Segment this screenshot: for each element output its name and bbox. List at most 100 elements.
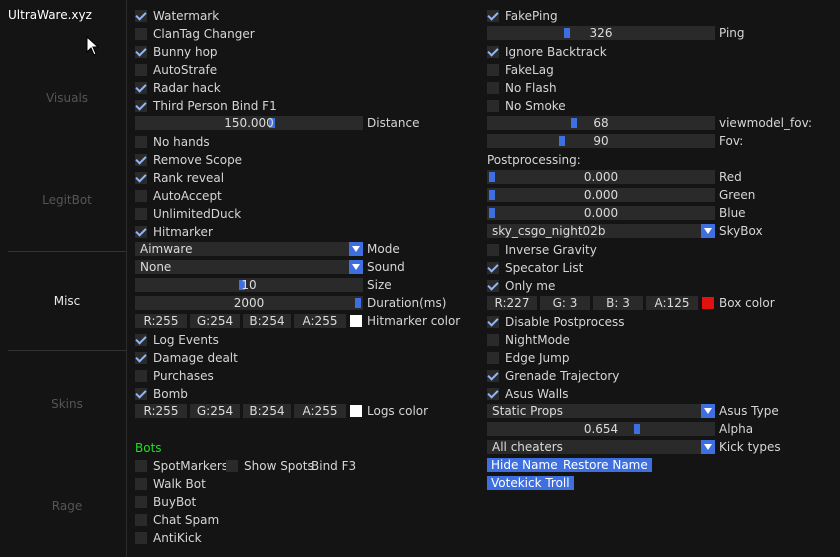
- only-me-checkbox[interactable]: Only me: [487, 278, 555, 294]
- chevron-down-icon[interactable]: [701, 224, 715, 238]
- chevron-down-icon[interactable]: [349, 242, 363, 256]
- checkbox-box[interactable]: [135, 82, 147, 94]
- checkbox-box[interactable]: [135, 532, 147, 544]
- tab-visuals[interactable]: Visuals: [8, 48, 126, 148]
- red-slider[interactable]: 0.000: [487, 170, 715, 184]
- fakeping-checkbox[interactable]: FakePing: [487, 8, 558, 24]
- restore-name-button[interactable]: Restore Name: [559, 458, 652, 472]
- box-color-g[interactable]: G: 3: [540, 296, 590, 310]
- votekick-troll-button[interactable]: Votekick Troll: [487, 476, 574, 490]
- checkbox-box[interactable]: [487, 352, 499, 364]
- hitmarker-color-swatch[interactable]: [350, 315, 362, 327]
- chevron-down-icon[interactable]: [701, 404, 715, 418]
- nightmode-checkbox[interactable]: NightMode: [487, 332, 570, 348]
- buybot-checkbox[interactable]: BuyBot: [135, 494, 196, 510]
- log-events-checkbox[interactable]: Log Events: [135, 332, 219, 348]
- checkbox-box[interactable]: [487, 10, 499, 22]
- spotmarkers-checkbox[interactable]: SpotMarkers: [135, 458, 228, 474]
- no-hands-checkbox[interactable]: No hands: [135, 134, 210, 150]
- alpha-slider[interactable]: 0.654: [487, 422, 715, 436]
- bunny-hop-checkbox[interactable]: Bunny hop: [135, 44, 218, 60]
- checkbox-box[interactable]: [135, 190, 147, 202]
- unlimitedduck-checkbox[interactable]: UnlimitedDuck: [135, 206, 241, 222]
- checkbox-box[interactable]: [135, 172, 147, 184]
- asus-walls-checkbox[interactable]: Asus Walls: [487, 386, 569, 402]
- green-slider[interactable]: 0.000: [487, 188, 715, 202]
- mode-dropdown[interactable]: Aimware: [135, 242, 363, 256]
- spectator-list-checkbox[interactable]: Specator List: [487, 260, 583, 276]
- grenade-trajectory-checkbox[interactable]: Grenade Trajectory: [487, 368, 619, 384]
- tab-legitbot[interactable]: LegitBot: [8, 150, 126, 250]
- logs-color-g[interactable]: G:254: [190, 404, 240, 418]
- edge-jump-checkbox[interactable]: Edge Jump: [487, 350, 569, 366]
- autoaccept-checkbox[interactable]: AutoAccept: [135, 188, 222, 204]
- checkbox-box[interactable]: [226, 460, 238, 472]
- checkbox-box[interactable]: [487, 262, 499, 274]
- fov-slider[interactable]: 90: [487, 134, 715, 148]
- third-person-checkbox[interactable]: Third Person Bind F1: [135, 98, 277, 114]
- rank-reveal-checkbox[interactable]: Rank reveal: [135, 170, 224, 186]
- walk-bot-checkbox[interactable]: Walk Bot: [135, 476, 206, 492]
- box-color-r[interactable]: R:227: [487, 296, 537, 310]
- checkbox-box[interactable]: [487, 46, 499, 58]
- hitmarker-color-a[interactable]: A:255: [294, 314, 346, 328]
- distance-slider[interactable]: 150.000: [135, 116, 363, 130]
- checkbox-box[interactable]: [487, 244, 499, 256]
- checkbox-box[interactable]: [487, 388, 499, 400]
- hitmarker-color-r[interactable]: R:255: [135, 314, 187, 328]
- checkbox-box[interactable]: [135, 352, 147, 364]
- chat-spam-checkbox[interactable]: Chat Spam: [135, 512, 219, 528]
- checkbox-box[interactable]: [135, 370, 147, 382]
- checkbox-box[interactable]: [135, 136, 147, 148]
- checkbox-box[interactable]: [135, 28, 147, 40]
- checkbox-box[interactable]: [487, 316, 499, 328]
- chevron-down-icon[interactable]: [349, 260, 363, 274]
- blue-slider[interactable]: 0.000: [487, 206, 715, 220]
- autostrafe-checkbox[interactable]: AutoStrafe: [135, 62, 217, 78]
- checkbox-box[interactable]: [135, 64, 147, 76]
- checkbox-box[interactable]: [135, 46, 147, 58]
- kick-types-dropdown[interactable]: All cheaters: [487, 440, 715, 454]
- asus-type-dropdown[interactable]: Static Props: [487, 404, 715, 418]
- antikick-checkbox[interactable]: AntiKick: [135, 530, 202, 546]
- checkbox-box[interactable]: [135, 226, 147, 238]
- logs-color-b[interactable]: B:254: [243, 404, 291, 418]
- hitmarker-color-b[interactable]: B:254: [243, 314, 291, 328]
- box-color-b[interactable]: B: 3: [593, 296, 643, 310]
- hitmarker-color-g[interactable]: G:254: [190, 314, 240, 328]
- checkbox-box[interactable]: [487, 280, 499, 292]
- checkbox-box[interactable]: [135, 334, 147, 346]
- hitmarker-checkbox[interactable]: Hitmarker: [135, 224, 213, 240]
- disable-postprocess-checkbox[interactable]: Disable Postprocess: [487, 314, 625, 330]
- duration-slider[interactable]: 2000: [135, 296, 363, 310]
- tab-skins[interactable]: Skins: [8, 354, 126, 454]
- checkbox-box[interactable]: [135, 514, 147, 526]
- radar-hack-checkbox[interactable]: Radar hack: [135, 80, 221, 96]
- viewmodel-fov-slider[interactable]: 68: [487, 116, 715, 130]
- clantag-changer-checkbox[interactable]: ClanTag Changer: [135, 26, 255, 42]
- checkbox-box[interactable]: [487, 82, 499, 94]
- checkbox-box[interactable]: [135, 496, 147, 508]
- fakelag-checkbox[interactable]: FakeLag: [487, 62, 554, 78]
- checkbox-box[interactable]: [135, 154, 147, 166]
- checkbox-box[interactable]: [487, 370, 499, 382]
- no-smoke-checkbox[interactable]: No Smoke: [487, 98, 566, 114]
- box-color-a[interactable]: A:125: [646, 296, 698, 310]
- checkbox-box[interactable]: [135, 100, 147, 112]
- watermark-checkbox[interactable]: Watermark: [135, 8, 219, 24]
- damage-dealt-checkbox[interactable]: Damage dealt: [135, 350, 238, 366]
- hide-name-button[interactable]: Hide Name: [487, 458, 562, 472]
- inverse-gravity-checkbox[interactable]: Inverse Gravity: [487, 242, 597, 258]
- skybox-dropdown[interactable]: sky_csgo_night02b: [487, 224, 715, 238]
- checkbox-box[interactable]: [135, 208, 147, 220]
- logs-color-swatch[interactable]: [350, 405, 362, 417]
- checkbox-box[interactable]: [135, 388, 147, 400]
- checkbox-box[interactable]: [487, 100, 499, 112]
- logs-color-a[interactable]: A:255: [294, 404, 346, 418]
- purchases-checkbox[interactable]: Purchases: [135, 368, 214, 384]
- tab-rage[interactable]: Rage: [8, 456, 126, 556]
- no-flash-checkbox[interactable]: No Flash: [487, 80, 557, 96]
- tab-misc[interactable]: Misc: [8, 251, 126, 351]
- checkbox-box[interactable]: [135, 460, 147, 472]
- checkbox-box[interactable]: [487, 64, 499, 76]
